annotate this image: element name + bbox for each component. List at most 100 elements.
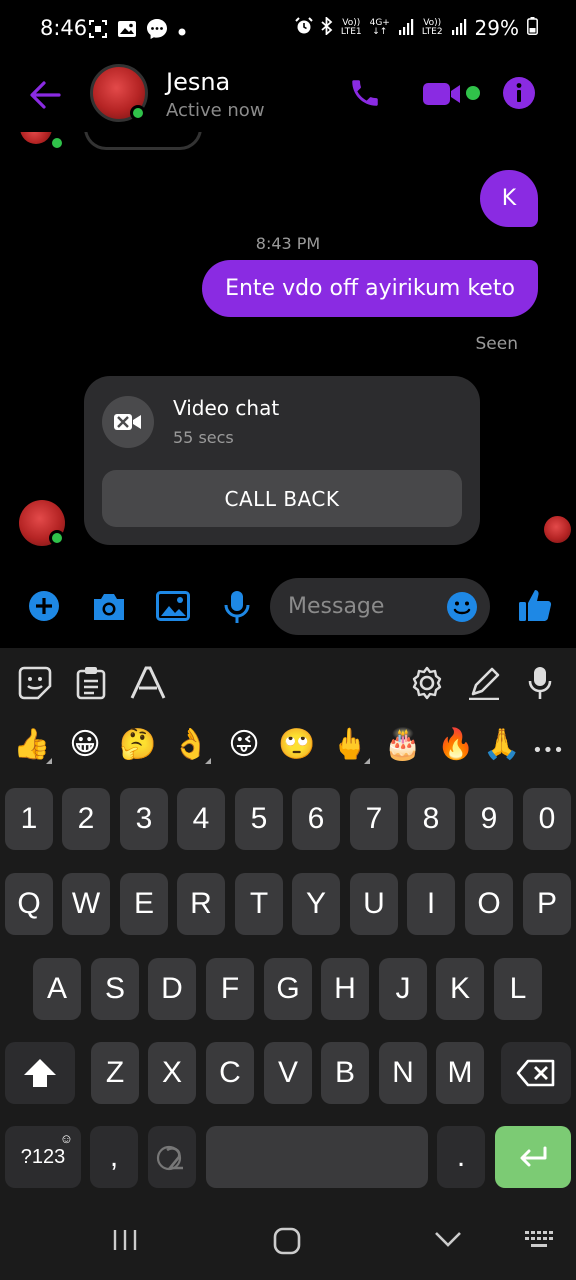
battery-icon	[527, 16, 538, 40]
emoji-folded-hands[interactable]: 🙏	[480, 728, 524, 762]
messenger-notification-icon	[146, 18, 168, 44]
key-9[interactable]: 9	[465, 788, 513, 850]
backspace-key[interactable]	[501, 1042, 571, 1104]
emoji-smiley-icon: ☺	[59, 1131, 73, 1146]
font-style-icon	[130, 666, 166, 699]
emoji-ok-hand[interactable]: 👌	[169, 728, 213, 764]
key-l[interactable]: L	[494, 958, 542, 1020]
key-e[interactable]: E	[120, 873, 168, 935]
keyboard-switch-key[interactable]	[148, 1126, 196, 1188]
recent-apps-button[interactable]	[112, 1228, 138, 1256]
chat-header: Jesna Active now	[0, 58, 576, 132]
emoji-birthday-cake[interactable]: 🎂	[381, 728, 425, 762]
chevron-down-icon	[435, 1232, 461, 1247]
emoji-grinning[interactable]: 😀	[63, 728, 107, 762]
key-w[interactable]: W	[62, 873, 110, 935]
like-button[interactable]	[518, 588, 552, 626]
keyboard-icon	[525, 1231, 553, 1247]
key-6[interactable]: 6	[292, 788, 340, 850]
emoji-thumbs-up[interactable]: 👍	[10, 728, 54, 764]
shift-arrow-icon	[24, 1059, 56, 1087]
sent-message-bubble[interactable]: K	[480, 170, 538, 227]
keyboard-toolbar	[0, 648, 576, 718]
key-j[interactable]: J	[379, 958, 427, 1020]
sent-message-bubble[interactable]: Ente vdo off ayirikum keto	[202, 260, 538, 317]
battery-percent: 29%	[474, 16, 519, 40]
status-time: 8:46	[40, 16, 88, 40]
key-c[interactable]: C	[206, 1042, 254, 1104]
message-list[interactable]: K 8:43 PM Ente vdo off ayirikum keto See…	[0, 132, 576, 572]
keyboard-settings-button[interactable]	[410, 666, 444, 704]
key-g[interactable]: G	[264, 958, 312, 1020]
key-8[interactable]: 8	[407, 788, 455, 850]
seen-indicator: Seen	[475, 334, 518, 354]
key-m[interactable]: M	[436, 1042, 484, 1104]
video-active-dot	[466, 86, 480, 100]
comma-key[interactable]: ,	[90, 1126, 138, 1188]
key-b[interactable]: B	[321, 1042, 369, 1104]
key-d[interactable]: D	[148, 958, 196, 1020]
key-u[interactable]: U	[350, 873, 398, 935]
emoji-thinking[interactable]: 🤔	[116, 728, 160, 762]
more-emoji-button[interactable]: •••	[526, 734, 570, 768]
shift-key[interactable]	[5, 1042, 75, 1104]
back-button[interactable]	[28, 78, 62, 112]
message-input[interactable]: Message	[270, 578, 490, 635]
contact-name[interactable]: Jesna	[166, 68, 230, 96]
call-back-button[interactable]: CALL BACK	[102, 470, 462, 527]
space-key[interactable]	[206, 1126, 428, 1188]
smiley-icon	[447, 592, 477, 622]
key-a[interactable]: A	[33, 958, 81, 1020]
key-q[interactable]: Q	[5, 873, 53, 935]
key-o[interactable]: O	[465, 873, 513, 935]
clipboard-button[interactable]	[76, 666, 106, 704]
key-5[interactable]: 5	[235, 788, 283, 850]
phone-call-button[interactable]	[348, 76, 382, 114]
info-button[interactable]	[502, 76, 536, 114]
key-1[interactable]: 1	[5, 788, 53, 850]
emoji-fire[interactable]: 🔥	[434, 728, 478, 762]
keyboard-switcher-button[interactable]	[524, 1230, 554, 1254]
key-7[interactable]: 7	[350, 788, 398, 850]
phone-icon	[352, 80, 378, 106]
volte-lte1-icon: Vo)) LTE1	[340, 18, 362, 37]
text-style-button[interactable]	[130, 666, 166, 704]
video-call-button[interactable]	[422, 80, 464, 112]
composer: Message	[0, 572, 576, 648]
key-f[interactable]: F	[206, 958, 254, 1020]
camera-button[interactable]	[91, 592, 127, 626]
emoji-winking-tongue[interactable]: 😜	[222, 728, 266, 762]
key-3[interactable]: 3	[120, 788, 168, 850]
emoji-middle-finger[interactable]: 🖕	[328, 728, 372, 764]
sticker-button[interactable]	[18, 666, 52, 704]
key-x[interactable]: X	[148, 1042, 196, 1104]
symbols-key[interactable]: ?123 ☺	[5, 1126, 81, 1188]
key-k[interactable]: K	[436, 958, 484, 1020]
voice-button[interactable]	[224, 590, 250, 628]
key-t[interactable]: T	[235, 873, 283, 935]
enter-key[interactable]	[495, 1126, 571, 1188]
key-z[interactable]: Z	[91, 1042, 139, 1104]
period-key[interactable]: .	[437, 1126, 485, 1188]
home-button[interactable]	[273, 1227, 301, 1259]
key-v[interactable]: V	[264, 1042, 312, 1104]
key-0[interactable]: 0	[523, 788, 571, 850]
gear-icon	[412, 666, 442, 700]
key-h[interactable]: H	[321, 958, 369, 1020]
key-s[interactable]: S	[91, 958, 139, 1020]
handwriting-button[interactable]	[467, 666, 501, 704]
gallery-button[interactable]	[156, 590, 190, 626]
emoji-picker-button[interactable]	[446, 591, 478, 627]
key-2[interactable]: 2	[62, 788, 110, 850]
key-4[interactable]: 4	[177, 788, 225, 850]
key-r[interactable]: R	[177, 873, 225, 935]
hide-keyboard-button[interactable]	[434, 1230, 462, 1252]
key-n[interactable]: N	[379, 1042, 427, 1104]
key-i[interactable]: I	[407, 873, 455, 935]
voice-input-button[interactable]	[528, 666, 552, 704]
key-p[interactable]: P	[523, 873, 571, 935]
add-button[interactable]	[28, 590, 60, 626]
status-bar: 8:46 Vo)) LTE1 4G+ ↓↑ Vo)) LTE2 29%	[0, 0, 576, 58]
key-y[interactable]: Y	[292, 873, 340, 935]
emoji-eye-roll[interactable]: 🙄	[275, 728, 319, 762]
